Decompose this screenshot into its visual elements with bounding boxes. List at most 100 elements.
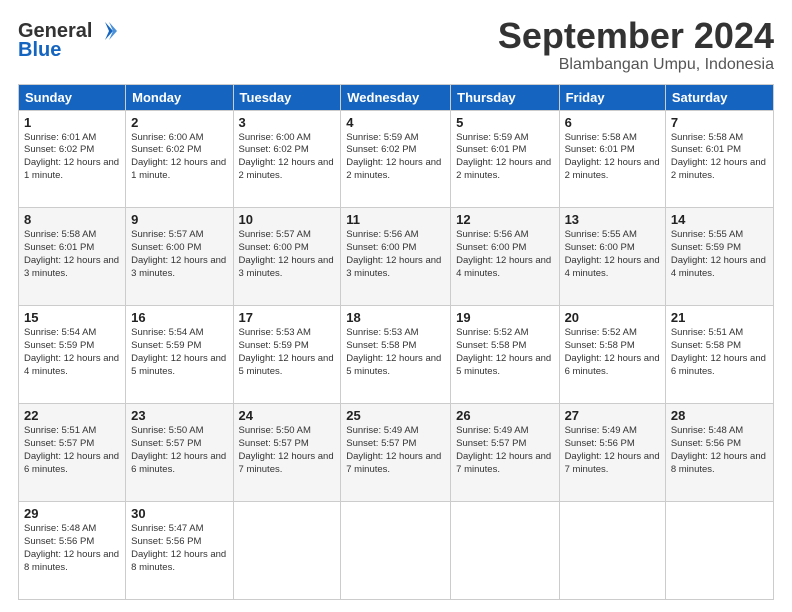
day-number: 4 xyxy=(346,115,445,130)
table-row: 1 Sunrise: 6:01 AM Sunset: 6:02 PM Dayli… xyxy=(19,110,126,208)
day-number: 28 xyxy=(671,408,768,423)
day-number: 16 xyxy=(131,310,227,325)
day-details: Sunrise: 6:01 AM Sunset: 6:02 PM Dayligh… xyxy=(24,132,120,183)
day-number: 8 xyxy=(24,212,120,227)
table-row: 12 Sunrise: 5:56 AM Sunset: 6:00 PM Dayl… xyxy=(451,208,559,306)
day-details: Sunrise: 5:59 AM Sunset: 6:02 PM Dayligh… xyxy=(346,132,445,183)
day-details: Sunrise: 5:54 AM Sunset: 5:59 PM Dayligh… xyxy=(24,327,120,378)
day-details: Sunrise: 5:48 AM Sunset: 5:56 PM Dayligh… xyxy=(671,425,768,476)
day-number: 29 xyxy=(24,506,120,521)
header-tuesday: Tuesday xyxy=(233,84,341,110)
day-details: Sunrise: 5:50 AM Sunset: 5:57 PM Dayligh… xyxy=(239,425,336,476)
day-number: 7 xyxy=(671,115,768,130)
table-row: 23 Sunrise: 5:50 AM Sunset: 5:57 PM Dayl… xyxy=(126,404,233,502)
day-details: Sunrise: 5:54 AM Sunset: 5:59 PM Dayligh… xyxy=(131,327,227,378)
day-details: Sunrise: 5:58 AM Sunset: 6:01 PM Dayligh… xyxy=(565,132,660,183)
day-number: 11 xyxy=(346,212,445,227)
day-details: Sunrise: 5:49 AM Sunset: 5:56 PM Dayligh… xyxy=(565,425,660,476)
calendar-table: Sunday Monday Tuesday Wednesday Thursday… xyxy=(18,84,774,600)
table-row: 6 Sunrise: 5:58 AM Sunset: 6:01 PM Dayli… xyxy=(559,110,665,208)
day-number: 2 xyxy=(131,115,227,130)
header-row: Sunday Monday Tuesday Wednesday Thursday… xyxy=(19,84,774,110)
day-number: 22 xyxy=(24,408,120,423)
day-number: 9 xyxy=(131,212,227,227)
header-wednesday: Wednesday xyxy=(341,84,451,110)
day-number: 24 xyxy=(239,408,336,423)
day-number: 3 xyxy=(239,115,336,130)
table-row: 4 Sunrise: 5:59 AM Sunset: 6:02 PM Dayli… xyxy=(341,110,451,208)
day-number: 21 xyxy=(671,310,768,325)
day-number: 5 xyxy=(456,115,553,130)
week-row-5: 29 Sunrise: 5:48 AM Sunset: 5:56 PM Dayl… xyxy=(19,502,774,600)
table-row: 19 Sunrise: 5:52 AM Sunset: 5:58 PM Dayl… xyxy=(451,306,559,404)
table-row xyxy=(233,502,341,600)
week-row-3: 15 Sunrise: 5:54 AM Sunset: 5:59 PM Dayl… xyxy=(19,306,774,404)
day-details: Sunrise: 5:57 AM Sunset: 6:00 PM Dayligh… xyxy=(131,229,227,280)
day-details: Sunrise: 5:48 AM Sunset: 5:56 PM Dayligh… xyxy=(24,523,120,574)
day-details: Sunrise: 5:50 AM Sunset: 5:57 PM Dayligh… xyxy=(131,425,227,476)
day-details: Sunrise: 5:56 AM Sunset: 6:00 PM Dayligh… xyxy=(346,229,445,280)
month-title: September 2024 xyxy=(498,16,774,56)
table-row: 3 Sunrise: 6:00 AM Sunset: 6:02 PM Dayli… xyxy=(233,110,341,208)
week-row-4: 22 Sunrise: 5:51 AM Sunset: 5:57 PM Dayl… xyxy=(19,404,774,502)
table-row xyxy=(341,502,451,600)
day-details: Sunrise: 5:52 AM Sunset: 5:58 PM Dayligh… xyxy=(565,327,660,378)
day-number: 18 xyxy=(346,310,445,325)
day-details: Sunrise: 5:56 AM Sunset: 6:00 PM Dayligh… xyxy=(456,229,553,280)
day-details: Sunrise: 5:53 AM Sunset: 5:58 PM Dayligh… xyxy=(346,327,445,378)
table-row: 30 Sunrise: 5:47 AM Sunset: 5:56 PM Dayl… xyxy=(126,502,233,600)
day-number: 17 xyxy=(239,310,336,325)
table-row: 24 Sunrise: 5:50 AM Sunset: 5:57 PM Dayl… xyxy=(233,404,341,502)
table-row: 21 Sunrise: 5:51 AM Sunset: 5:58 PM Dayl… xyxy=(665,306,773,404)
day-details: Sunrise: 6:00 AM Sunset: 6:02 PM Dayligh… xyxy=(131,132,227,183)
table-row: 10 Sunrise: 5:57 AM Sunset: 6:00 PM Dayl… xyxy=(233,208,341,306)
week-row-2: 8 Sunrise: 5:58 AM Sunset: 6:01 PM Dayli… xyxy=(19,208,774,306)
table-row: 8 Sunrise: 5:58 AM Sunset: 6:01 PM Dayli… xyxy=(19,208,126,306)
day-number: 27 xyxy=(565,408,660,423)
table-row: 16 Sunrise: 5:54 AM Sunset: 5:59 PM Dayl… xyxy=(126,306,233,404)
table-row: 7 Sunrise: 5:58 AM Sunset: 6:01 PM Dayli… xyxy=(665,110,773,208)
table-row: 2 Sunrise: 6:00 AM Sunset: 6:02 PM Dayli… xyxy=(126,110,233,208)
day-number: 14 xyxy=(671,212,768,227)
day-number: 1 xyxy=(24,115,120,130)
day-details: Sunrise: 5:59 AM Sunset: 6:01 PM Dayligh… xyxy=(456,132,553,183)
table-row: 18 Sunrise: 5:53 AM Sunset: 5:58 PM Dayl… xyxy=(341,306,451,404)
logo: General Blue xyxy=(18,20,117,62)
table-row: 14 Sunrise: 5:55 AM Sunset: 5:59 PM Dayl… xyxy=(665,208,773,306)
day-number: 25 xyxy=(346,408,445,423)
table-row: 9 Sunrise: 5:57 AM Sunset: 6:00 PM Dayli… xyxy=(126,208,233,306)
day-details: Sunrise: 5:55 AM Sunset: 5:59 PM Dayligh… xyxy=(671,229,768,280)
day-details: Sunrise: 5:58 AM Sunset: 6:01 PM Dayligh… xyxy=(671,132,768,183)
table-row xyxy=(665,502,773,600)
calendar-page: General Blue September 2024 Blambangan U… xyxy=(0,0,792,612)
table-row xyxy=(559,502,665,600)
header-saturday: Saturday xyxy=(665,84,773,110)
day-details: Sunrise: 5:49 AM Sunset: 5:57 PM Dayligh… xyxy=(456,425,553,476)
header-area: General Blue September 2024 Blambangan U… xyxy=(18,16,774,74)
table-row: 25 Sunrise: 5:49 AM Sunset: 5:57 PM Dayl… xyxy=(341,404,451,502)
day-details: Sunrise: 5:52 AM Sunset: 5:58 PM Dayligh… xyxy=(456,327,553,378)
table-row: 28 Sunrise: 5:48 AM Sunset: 5:56 PM Dayl… xyxy=(665,404,773,502)
day-number: 30 xyxy=(131,506,227,521)
table-row: 22 Sunrise: 5:51 AM Sunset: 5:57 PM Dayl… xyxy=(19,404,126,502)
header-friday: Friday xyxy=(559,84,665,110)
table-row xyxy=(451,502,559,600)
header-sunday: Sunday xyxy=(19,84,126,110)
day-details: Sunrise: 5:49 AM Sunset: 5:57 PM Dayligh… xyxy=(346,425,445,476)
day-number: 13 xyxy=(565,212,660,227)
day-details: Sunrise: 6:00 AM Sunset: 6:02 PM Dayligh… xyxy=(239,132,336,183)
table-row: 26 Sunrise: 5:49 AM Sunset: 5:57 PM Dayl… xyxy=(451,404,559,502)
table-row: 11 Sunrise: 5:56 AM Sunset: 6:00 PM Dayl… xyxy=(341,208,451,306)
day-number: 20 xyxy=(565,310,660,325)
title-area: September 2024 Blambangan Umpu, Indonesi… xyxy=(498,16,774,74)
day-number: 23 xyxy=(131,408,227,423)
table-row: 27 Sunrise: 5:49 AM Sunset: 5:56 PM Dayl… xyxy=(559,404,665,502)
header-thursday: Thursday xyxy=(451,84,559,110)
day-details: Sunrise: 5:55 AM Sunset: 6:00 PM Dayligh… xyxy=(565,229,660,280)
day-details: Sunrise: 5:47 AM Sunset: 5:56 PM Dayligh… xyxy=(131,523,227,574)
day-details: Sunrise: 5:51 AM Sunset: 5:58 PM Dayligh… xyxy=(671,327,768,378)
day-number: 6 xyxy=(565,115,660,130)
day-details: Sunrise: 5:53 AM Sunset: 5:59 PM Dayligh… xyxy=(239,327,336,378)
day-details: Sunrise: 5:51 AM Sunset: 5:57 PM Dayligh… xyxy=(24,425,120,476)
week-row-1: 1 Sunrise: 6:01 AM Sunset: 6:02 PM Dayli… xyxy=(19,110,774,208)
